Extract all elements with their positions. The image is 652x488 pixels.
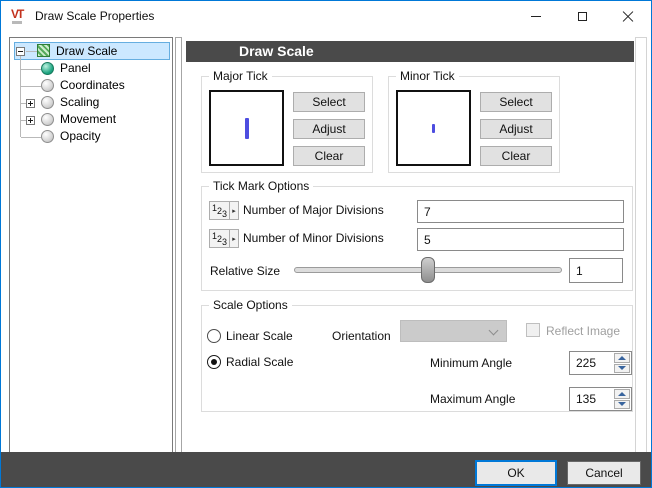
major-tick-group-label: Major Tick	[209, 69, 272, 84]
titlebar[interactable]: VT Draw Scale Properties	[1, 1, 651, 32]
tree-item-movement[interactable]: Movement	[60, 111, 116, 128]
minor-tick-group-label: Minor Tick	[396, 69, 459, 84]
close-icon	[622, 11, 634, 23]
relative-size-input[interactable]	[569, 258, 623, 283]
expander-minus-icon[interactable]	[16, 47, 25, 56]
minor-divisions-input[interactable]	[417, 228, 624, 251]
app-vt-icon-text: VT	[11, 7, 22, 21]
tree-connector-line	[21, 86, 41, 87]
expander-plus-icon[interactable]	[26, 116, 35, 125]
tree-item-opacity[interactable]: Opacity	[60, 128, 101, 145]
right-edge-strip	[635, 37, 647, 453]
radial-scale-label[interactable]: Radial Scale	[226, 353, 293, 371]
tree-connector-line	[21, 137, 41, 138]
tree-item-panel[interactable]: Panel	[60, 60, 91, 77]
spin-up-button[interactable]	[614, 353, 630, 363]
spin-down-button[interactable]	[614, 364, 630, 374]
scaling-status-icon	[41, 96, 54, 109]
chevron-down-icon	[489, 326, 499, 336]
app-vt-icon: VT	[11, 7, 31, 26]
radial-scale-radio[interactable]	[207, 355, 221, 369]
tree-connector-line	[26, 51, 37, 52]
window-title: Draw Scale Properties	[35, 1, 154, 32]
arrow-up-icon	[618, 356, 626, 360]
tick-mark-options-group: Tick Mark Options 123 ▸ Number of Major …	[201, 186, 633, 291]
maximize-button[interactable]	[559, 2, 605, 31]
draw-scale-node-icon	[37, 44, 50, 57]
linear-scale-radio[interactable]	[207, 329, 221, 343]
movement-status-icon	[41, 113, 54, 126]
minimum-angle-spinner[interactable]: 225	[569, 351, 632, 375]
major-tick-adjust-button[interactable]: Adjust	[293, 119, 365, 139]
maximize-icon	[578, 12, 587, 21]
major-divisions-input[interactable]	[417, 200, 624, 223]
maximum-angle-label: Maximum Angle	[430, 390, 515, 408]
opacity-status-icon	[41, 130, 54, 143]
coordinates-status-icon	[41, 79, 54, 92]
stepper-arrow-icon[interactable]: ▸	[230, 229, 239, 248]
tick-mark-options-group-label: Tick Mark Options	[209, 179, 313, 194]
minor-divisions-label: Number of Minor Divisions	[243, 229, 384, 248]
reflect-image-label: Reflect Image	[546, 323, 620, 339]
panel-status-icon	[41, 62, 54, 75]
maximum-angle-spinner[interactable]: 135	[569, 387, 632, 411]
minimum-angle-label: Minimum Angle	[430, 354, 512, 372]
minor-divisions-stepper[interactable]: 123 ▸	[209, 229, 239, 248]
linear-scale-label[interactable]: Linear Scale	[226, 327, 293, 345]
minimum-angle-value[interactable]: 225	[570, 352, 613, 374]
tree-item-coordinates[interactable]: Coordinates	[60, 77, 125, 94]
orientation-dropdown[interactable]	[400, 320, 507, 342]
reflect-image-checkbox[interactable]	[526, 323, 540, 337]
draw-scale-properties-dialog: VT Draw Scale Properties Draw Scale Pane…	[0, 0, 652, 488]
minor-tick-adjust-button[interactable]: Adjust	[480, 119, 552, 139]
relative-size-slider-thumb[interactable]	[421, 257, 435, 283]
minor-tick-clear-button[interactable]: Clear	[480, 146, 552, 166]
ok-button[interactable]: OK	[475, 460, 557, 486]
minor-tick-select-button[interactable]: Select	[480, 92, 552, 112]
minor-tick-group: Minor Tick Select Adjust Clear	[388, 76, 560, 173]
arrow-down-icon	[618, 402, 626, 406]
tree-item-scaling[interactable]: Scaling	[60, 94, 99, 111]
major-tick-clear-button[interactable]: Clear	[293, 146, 365, 166]
tree-item-draw-scale[interactable]: Draw Scale	[56, 43, 117, 60]
relative-size-label: Relative Size	[210, 258, 280, 284]
section-header: Draw Scale	[186, 41, 634, 62]
arrow-down-icon	[618, 366, 626, 370]
property-tree: Draw Scale Panel Coordinates Scaling Mov…	[9, 37, 173, 453]
spin-down-button[interactable]	[614, 400, 630, 410]
numeric-123-icon: 123	[209, 229, 230, 248]
scale-options-group: Scale Options Linear Scale Orientation R…	[201, 305, 633, 412]
tree-connector-line	[21, 69, 41, 70]
spin-up-button[interactable]	[614, 389, 630, 399]
minor-tick-mark-icon	[432, 124, 435, 133]
cancel-button[interactable]: Cancel	[567, 461, 641, 485]
minimize-icon	[531, 16, 541, 17]
numeric-123-icon: 123	[209, 201, 230, 220]
maximum-angle-value[interactable]: 135	[570, 388, 613, 410]
close-button[interactable]	[605, 2, 651, 31]
major-divisions-label: Number of Major Divisions	[243, 201, 384, 220]
minor-tick-preview	[396, 90, 471, 166]
panel-splitter[interactable]	[175, 37, 182, 453]
arrow-up-icon	[618, 392, 626, 396]
expander-plus-icon[interactable]	[26, 99, 35, 108]
scale-options-group-label: Scale Options	[209, 298, 292, 313]
orientation-label: Orientation	[332, 327, 391, 345]
stepper-arrow-icon[interactable]: ▸	[230, 201, 239, 220]
major-tick-mark-icon	[245, 118, 249, 139]
minimize-button[interactable]	[513, 2, 559, 31]
major-tick-preview	[209, 90, 284, 166]
major-tick-group: Major Tick Select Adjust Clear	[201, 76, 373, 173]
major-tick-select-button[interactable]: Select	[293, 92, 365, 112]
major-divisions-stepper[interactable]: 123 ▸	[209, 201, 239, 220]
